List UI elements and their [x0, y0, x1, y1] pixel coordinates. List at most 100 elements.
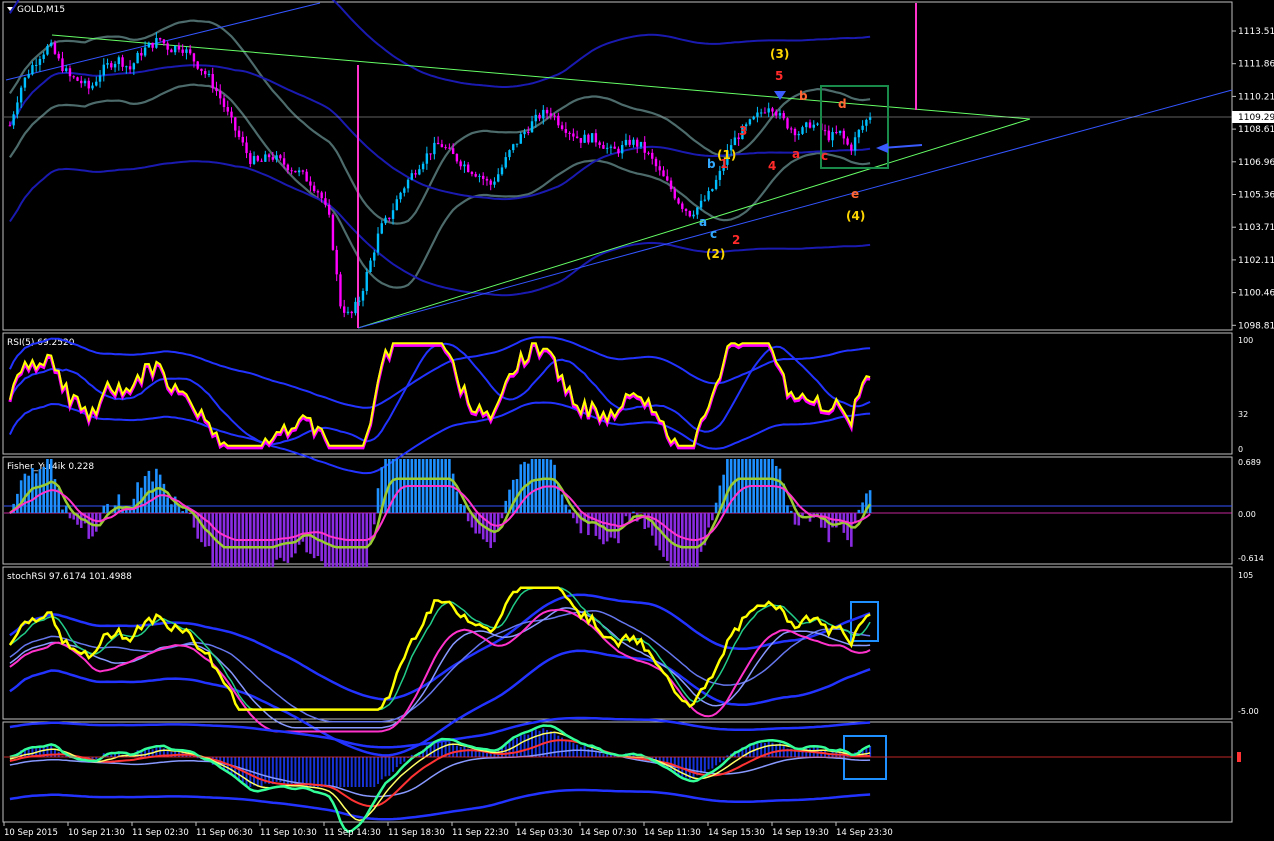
- osc-bar: [361, 757, 364, 787]
- osc-bar: [268, 757, 271, 784]
- candle-body: [388, 217, 391, 219]
- fisher-bar: [166, 497, 169, 513]
- osc-bar: [245, 757, 248, 786]
- price-tick-label: 1110.21: [1238, 92, 1274, 102]
- candle-body: [812, 124, 815, 128]
- candle-body: [838, 130, 842, 134]
- osc-bar: [380, 757, 383, 780]
- candle-body: [425, 153, 429, 164]
- wave-label: b: [707, 157, 716, 171]
- candle-body: [143, 47, 147, 56]
- candle-body: [264, 154, 267, 162]
- price-tick-label: 1102.11: [1238, 256, 1274, 266]
- trading-chart[interactable]: GOLD,M15 (3) 5 b d 3 (1) b 1 4 a c a c 2…: [0, 0, 1274, 841]
- osc-bar: [564, 739, 567, 757]
- candle-body: [241, 136, 244, 143]
- fisher-bar: [162, 483, 166, 513]
- fisher-bar: [211, 513, 215, 567]
- osc-bar: [377, 757, 380, 784]
- candle-body: [628, 139, 631, 145]
- fisher-scale-label: 0.00: [1238, 510, 1256, 519]
- fisher-bar: [538, 459, 541, 513]
- fisher-bar: [733, 459, 737, 513]
- fisher-bar: [230, 513, 233, 567]
- candle-body: [95, 81, 98, 86]
- price-tick-label: 1103.71: [1238, 223, 1274, 233]
- osc-bar: [395, 757, 398, 768]
- candle-body: [620, 145, 624, 154]
- stoch-title: stochRSI 97.6174 101.4988: [7, 572, 132, 582]
- candle-body: [850, 144, 853, 151]
- osc-bar: [350, 757, 353, 787]
- candle-body: [173, 45, 177, 53]
- candle-body: [98, 75, 102, 82]
- candle-body: [436, 142, 440, 145]
- fisher-bar: [493, 513, 496, 543]
- candle-body: [733, 137, 737, 146]
- fisher-bar: [222, 513, 226, 567]
- rsi-scale-label: 100: [1238, 336, 1253, 345]
- candle-body: [748, 119, 752, 125]
- candle-body: [466, 164, 470, 172]
- time-tick-label: 10 Sep 2015: [4, 828, 58, 838]
- time-tick-label: 11 Sep 06:30: [196, 828, 253, 838]
- stoch-scale-label: -5.00: [1238, 707, 1259, 716]
- candle-body: [500, 167, 504, 175]
- wave-label: 4: [768, 159, 776, 173]
- fisher-bar: [466, 513, 470, 522]
- osc-bar: [707, 757, 710, 770]
- candle-body: [613, 146, 616, 149]
- osc-bar: [384, 757, 387, 777]
- candle-body: [418, 169, 421, 175]
- candle-body: [831, 132, 834, 141]
- candle-body: [181, 49, 184, 53]
- candle-body: [515, 143, 519, 145]
- candle-body: [853, 137, 857, 151]
- candle-body: [279, 155, 282, 159]
- osc-bar: [722, 757, 725, 761]
- wave-label: 1: [720, 157, 728, 171]
- candle-body: [504, 157, 507, 168]
- candle-body: [410, 173, 414, 180]
- candle-body: [245, 142, 248, 154]
- fisher-bar: [534, 459, 538, 513]
- candle-body: [162, 39, 166, 44]
- candle-body: [842, 130, 846, 139]
- candle-body: [568, 132, 571, 134]
- fisher-bar: [395, 459, 399, 513]
- fisher-bar: [737, 459, 740, 513]
- candle-body: [846, 138, 849, 145]
- candle-body: [72, 76, 75, 78]
- price-tick-label: 1098.81: [1238, 321, 1274, 331]
- time-tick-label: 10 Sep 21:30: [68, 828, 125, 838]
- osc-bar: [598, 752, 601, 757]
- candle-body: [290, 170, 293, 172]
- osc-bar: [324, 757, 327, 787]
- candle-body: [590, 133, 594, 143]
- candle-body: [482, 175, 485, 179]
- candle-body: [27, 74, 30, 78]
- candle-body: [34, 64, 38, 66]
- candle-body: [673, 189, 676, 199]
- fisher-bar: [568, 509, 571, 513]
- candle-body: [564, 129, 568, 133]
- osc-bar: [335, 757, 338, 787]
- wave-label: a: [792, 147, 800, 161]
- fisher-bar: [372, 513, 376, 525]
- candle-body: [579, 138, 583, 143]
- time-tick-label: 14 Sep 07:30: [580, 828, 637, 838]
- candle-body: [234, 117, 237, 131]
- candle-body: [534, 114, 537, 122]
- osc-bar: [715, 757, 718, 766]
- candle-body: [763, 112, 767, 114]
- osc-bar: [602, 754, 605, 757]
- candle-body: [38, 58, 42, 65]
- fisher-bar: [207, 513, 211, 547]
- candle-body: [327, 204, 331, 215]
- candle-body: [170, 49, 173, 53]
- candle-body: [373, 252, 376, 261]
- candle-body: [609, 146, 613, 148]
- candle-body: [376, 233, 380, 253]
- candle-body: [451, 148, 455, 155]
- osc-bar: [354, 757, 357, 787]
